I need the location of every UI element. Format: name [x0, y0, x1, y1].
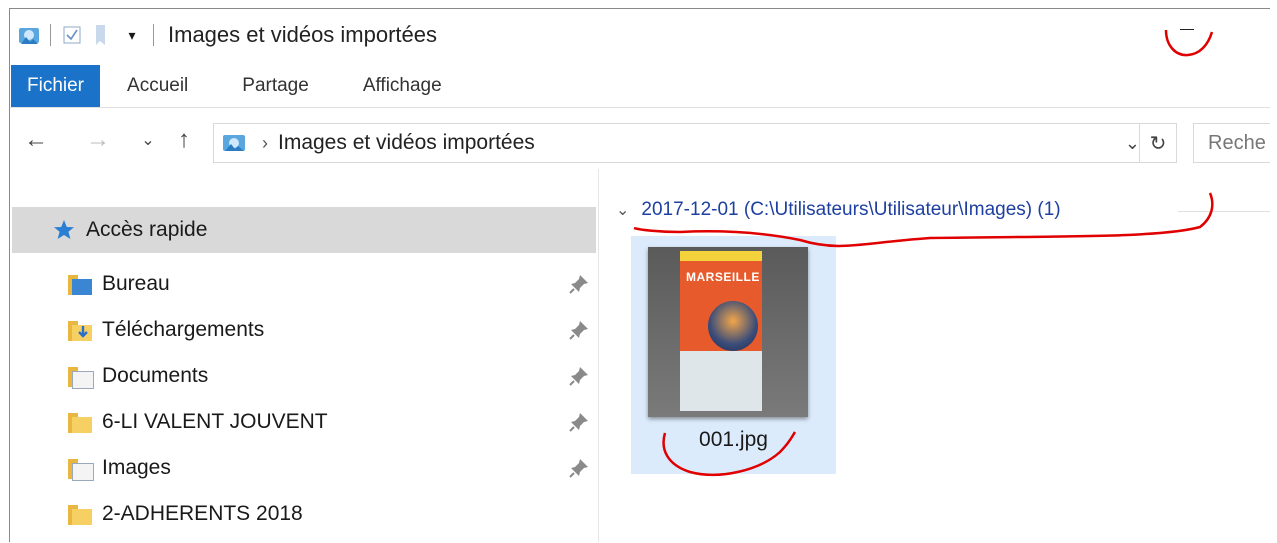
- navigation-pane: Accès rapide Bureau Téléchargements Docu…: [10, 169, 599, 542]
- tab-affichage[interactable]: Affichage: [336, 65, 469, 107]
- chevron-down-icon[interactable]: ⌄: [616, 200, 629, 220]
- folder-icon: [68, 503, 92, 525]
- book-cover-image: MARSEILLE: [680, 251, 762, 411]
- address-bar[interactable]: › Images et vidéos importées ⌄ ↻: [213, 123, 1177, 163]
- photos-folder-icon[interactable]: [18, 24, 40, 46]
- file-name: 001.jpg: [699, 428, 768, 451]
- sidebar-item-label: 2-ADHERENTS 2018: [102, 502, 303, 525]
- customize-toolbar-icon[interactable]: ▾: [121, 24, 143, 46]
- desktop-folder-icon: [68, 273, 92, 295]
- pin-icon[interactable]: [568, 365, 590, 387]
- sidebar-item-telechargements[interactable]: Téléchargements: [68, 307, 598, 353]
- sidebar-item-6-li-valent-jouvent[interactable]: 6-LI VALENT JOUVENT: [68, 399, 598, 445]
- sidebar-item-2-adherents-2018[interactable]: 2-ADHERENTS 2018: [68, 491, 598, 537]
- sidebar-item-label: Téléchargements: [102, 318, 265, 341]
- navigation-bar: ← → ⌄ ↑ › Images et vidéos importées ⌄ ↻…: [10, 117, 1270, 165]
- sidebar-item-label: Images: [102, 456, 171, 479]
- up-arrow-icon[interactable]: ↑: [170, 125, 198, 155]
- explorer-window: ▾ Images et vidéos importées Fichier Acc…: [9, 8, 1270, 542]
- image-thumbnail: MARSEILLE: [648, 247, 808, 417]
- file-tile[interactable]: MARSEILLE 001.jpg: [631, 236, 836, 474]
- thumbnail-title: MARSEILLE: [686, 270, 760, 284]
- pin-icon[interactable]: [568, 273, 590, 295]
- sidebar-item-bureau[interactable]: Bureau: [68, 261, 598, 307]
- window-title: Images et vidéos importées: [168, 22, 438, 47]
- separator: [153, 24, 154, 46]
- file-list-pane: ⌄ 2017-12-01 (C:\Utilisateurs\Utilisateu…: [600, 169, 1270, 542]
- pictures-folder-icon: [68, 457, 94, 481]
- breadcrumb-path[interactable]: Images et vidéos importées: [278, 131, 535, 155]
- pin-icon[interactable]: [568, 457, 590, 479]
- folder-icon: [68, 411, 92, 433]
- search-input[interactable]: Reche: [1193, 123, 1270, 163]
- documents-folder-icon: [68, 365, 94, 389]
- back-arrow-icon[interactable]: ←: [22, 125, 50, 155]
- group-header[interactable]: ⌄ 2017-12-01 (C:\Utilisateurs\Utilisateu…: [616, 199, 1061, 221]
- group-divider: [1178, 211, 1270, 212]
- tab-fichier[interactable]: Fichier: [11, 65, 101, 107]
- sidebar-item-label: Bureau: [102, 272, 170, 295]
- tab-accueil[interactable]: Accueil: [100, 65, 215, 107]
- ribbon-tabs: Fichier Accueil Partage Affichage: [10, 65, 1270, 108]
- quick-access-item[interactable]: Accès rapide: [12, 207, 596, 253]
- breadcrumb-chevron-icon[interactable]: ›: [262, 133, 268, 154]
- sidebar-item-images[interactable]: Images: [68, 445, 598, 491]
- star-icon: [52, 218, 76, 242]
- quick-access-toolbar: ▾: [18, 24, 164, 46]
- downloads-folder-icon: [68, 319, 92, 341]
- forward-arrow-icon[interactable]: →: [84, 125, 112, 155]
- quick-access-label: Accès rapide: [86, 218, 208, 241]
- pin-icon[interactable]: [568, 319, 590, 341]
- photos-location-icon: [222, 132, 246, 154]
- sidebar-item-documents[interactable]: Documents: [68, 353, 598, 399]
- refresh-icon[interactable]: ↻: [1139, 124, 1176, 162]
- group-header-label: 2017-12-01 (C:\Utilisateurs\Utilisateur\…: [641, 199, 1061, 220]
- minimize-button[interactable]: [1172, 9, 1202, 49]
- separator: [50, 24, 51, 46]
- sidebar-item-label: Documents: [102, 364, 209, 387]
- address-dropdown-icon[interactable]: ⌄: [1125, 124, 1140, 162]
- properties-icon[interactable]: [61, 24, 83, 46]
- pin-icon[interactable]: [568, 411, 590, 433]
- new-folder-icon[interactable]: [91, 24, 113, 46]
- recent-locations-chevron-icon[interactable]: ⌄: [134, 125, 162, 155]
- title-bar: ▾ Images et vidéos importées: [10, 9, 1270, 61]
- sidebar-item-label: 6-LI VALENT JOUVENT: [102, 410, 328, 433]
- tab-partage[interactable]: Partage: [215, 65, 336, 107]
